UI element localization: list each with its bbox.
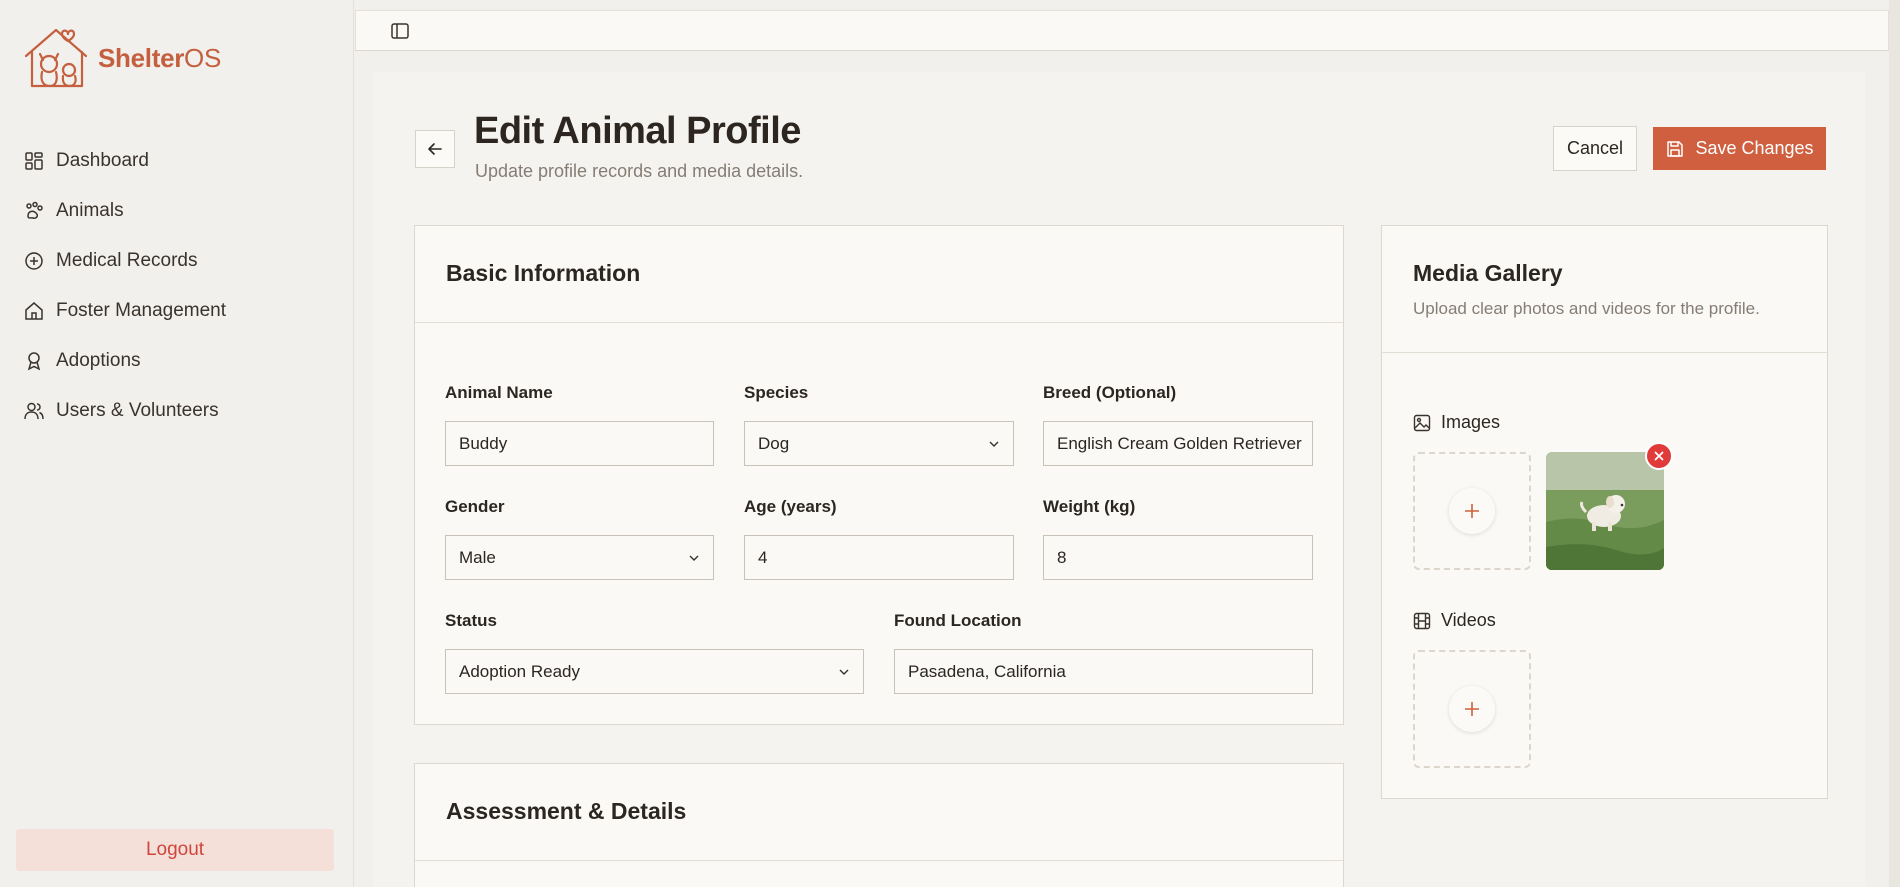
card-title: Basic Information [446, 260, 641, 286]
sidebar-item-label: Users & Volunteers [56, 400, 219, 421]
sidebar-item-label: Adoptions [56, 350, 141, 371]
sidebar-item-foster-management[interactable]: Foster Management [24, 286, 226, 336]
sidebar-item-label: Foster Management [56, 300, 227, 321]
uploaded-image-thumbnail[interactable] [1546, 452, 1664, 570]
sidebar-item-dashboard[interactable]: Dashboard [24, 136, 226, 186]
logout-button[interactable]: Logout [16, 829, 334, 871]
breed-input[interactable]: English Cream Golden Retriever [1043, 421, 1313, 466]
video-upload-box[interactable] [1413, 650, 1531, 768]
assessment-details-card: Assessment & Details [414, 763, 1344, 887]
sidebar-toggle-icon[interactable] [390, 21, 410, 41]
card-header: Media Gallery Upload clear photos and vi… [1382, 226, 1827, 353]
weight-input[interactable]: 8 [1043, 535, 1313, 580]
chevron-down-icon [839, 669, 849, 675]
page-title: Edit Animal Profile [474, 110, 801, 152]
sidebar-item-users-volunteers[interactable]: Users & Volunteers [24, 386, 226, 436]
grid-icon [25, 152, 43, 170]
sidebar-item-medical-records[interactable]: Medical Records [24, 236, 226, 286]
remove-image-button[interactable] [1645, 442, 1673, 470]
save-changes-button[interactable]: Save Changes [1653, 127, 1826, 170]
brand-logo[interactable]: ShelterOS [22, 24, 221, 92]
shelter-logo-icon [24, 28, 88, 88]
chevron-down-icon [989, 441, 999, 447]
sidebar: ShelterOS Dashboard Animals Medical Reco… [0, 0, 354, 887]
animal-name-label: Animal Name [445, 383, 553, 402]
plus-circle-icon [25, 252, 43, 270]
arrow-left-icon [428, 143, 442, 155]
plus-icon [1465, 702, 1479, 716]
film-icon [1413, 612, 1431, 629]
card-header: Assessment & Details [415, 764, 1343, 861]
species-label: Species [744, 383, 809, 402]
award-icon [27, 352, 41, 371]
gender-label: Gender [445, 497, 505, 516]
images-label-text: Images [1441, 412, 1501, 432]
users-icon [24, 402, 44, 420]
save-button-label: Save Changes [1695, 138, 1814, 158]
weight-label: Weight (kg) [1043, 497, 1136, 516]
status-value: Adoption Ready [459, 661, 580, 681]
status-label: Status [445, 611, 497, 630]
scrollbar[interactable] [1889, 0, 1900, 887]
add-video-button[interactable] [1449, 686, 1495, 732]
found-location-input[interactable]: Pasadena, California [894, 649, 1313, 694]
back-button[interactable] [415, 130, 455, 168]
animal-name-input[interactable]: Buddy [445, 421, 714, 466]
card-subtitle: Upload clear photos and videos for the p… [1413, 299, 1760, 318]
sidebar-item-label: Animals [56, 200, 124, 221]
images-section-label: Images [1413, 412, 1500, 433]
sidebar-item-label: Medical Records [56, 250, 198, 271]
card-title: Assessment & Details [446, 798, 687, 824]
gender-value: Male [459, 547, 496, 567]
age-label: Age (years) [744, 497, 837, 516]
close-icon [1654, 451, 1664, 461]
brand-name: ShelterOS [98, 42, 222, 73]
home-icon [25, 302, 43, 320]
species-select[interactable]: Dog [744, 421, 1014, 466]
videos-label-text: Videos [1441, 610, 1496, 630]
top-bar [355, 10, 1889, 51]
sidebar-item-animals[interactable]: Animals [24, 186, 226, 236]
image-icon [1413, 414, 1431, 431]
dog-photo [1546, 452, 1664, 570]
page-subtitle: Update profile records and media details… [475, 161, 804, 181]
sidebar-item-adoptions[interactable]: Adoptions [24, 336, 226, 386]
plus-icon [1465, 504, 1479, 518]
save-icon [1667, 140, 1684, 157]
age-input[interactable]: 4 [744, 535, 1014, 580]
gender-select[interactable]: Male [445, 535, 714, 580]
sidebar-item-label: Dashboard [56, 150, 149, 171]
chevron-down-icon [689, 555, 699, 561]
sidebar-nav: Dashboard Animals Medical Records Foster… [24, 136, 226, 436]
image-upload-box[interactable] [1413, 452, 1531, 570]
cancel-button[interactable]: Cancel [1553, 126, 1637, 171]
card-title: Media Gallery [1413, 260, 1563, 286]
card-header: Basic Information [415, 226, 1343, 323]
paw-icon [26, 201, 43, 219]
species-value: Dog [758, 433, 790, 453]
add-image-button[interactable] [1449, 488, 1495, 534]
found-location-label: Found Location [894, 611, 1022, 630]
videos-section-label: Videos [1413, 610, 1496, 631]
breed-label: Breed (Optional) [1043, 383, 1177, 402]
status-select[interactable]: Adoption Ready [445, 649, 864, 694]
